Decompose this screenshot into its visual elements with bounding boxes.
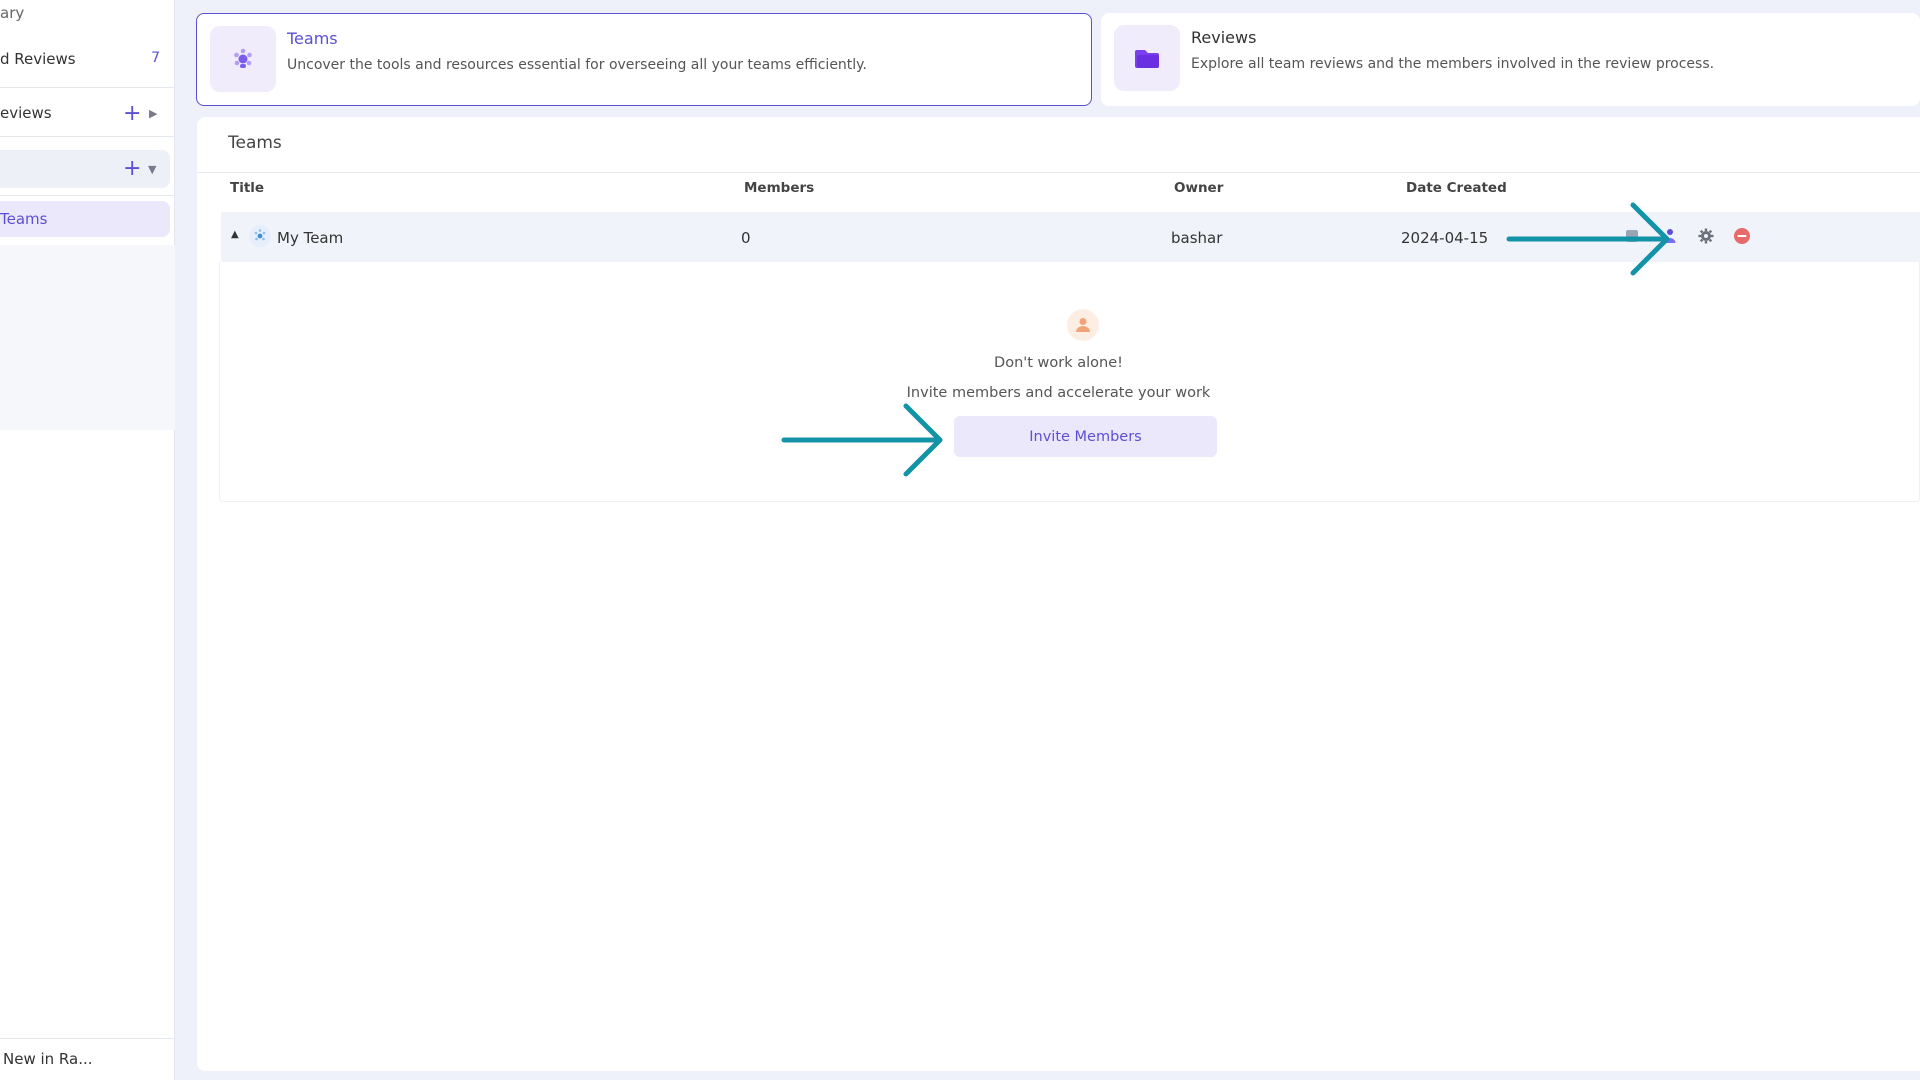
sidebar-divider xyxy=(0,1038,175,1039)
column-header-title[interactable]: Title xyxy=(230,180,264,196)
sidebar-item-label: eviews xyxy=(0,104,52,122)
sidebar-item-teams[interactable]: Teams xyxy=(0,201,170,237)
sidebar-whats-new[interactable]: New in Ra... xyxy=(3,1050,93,1068)
reviews-card[interactable]: Reviews Explore all team reviews and the… xyxy=(1101,13,1920,106)
panel-divider xyxy=(197,172,1920,173)
sidebar-item-count: 7 xyxy=(151,50,160,66)
sidebar: ary d Reviews 7 eviews + ▶ + ▼ Teams n ▶… xyxy=(0,0,175,1080)
sidebar-empty-area xyxy=(0,245,175,430)
add-review-icon[interactable]: + xyxy=(123,103,141,125)
row-title[interactable]: My Team xyxy=(277,229,343,247)
teams-card-icon-box xyxy=(210,26,276,92)
gear-icon[interactable] xyxy=(1695,225,1717,247)
sidebar-item-label: d Reviews xyxy=(0,50,76,68)
app-root: ary d Reviews 7 eviews + ▶ + ▼ Teams n ▶… xyxy=(0,0,1920,1080)
teams-card-title: Teams xyxy=(287,29,338,48)
sidebar-divider xyxy=(0,87,175,88)
add-team-icon[interactable]: + xyxy=(123,158,141,180)
sidebar-item-label: Teams xyxy=(0,210,48,228)
reviews-card-icon-box xyxy=(1114,25,1180,91)
reviews-card-description: Explore all team reviews and the members… xyxy=(1191,56,1715,72)
column-header-members[interactable]: Members xyxy=(744,180,814,196)
row-members: 0 xyxy=(741,229,751,247)
sidebar-divider xyxy=(0,195,175,196)
column-header-owner[interactable]: Owner xyxy=(1174,180,1223,196)
reviews-card-title: Reviews xyxy=(1191,28,1257,47)
sidebar-teams-group[interactable] xyxy=(0,150,170,188)
teams-card-description: Uncover the tools and resources essentia… xyxy=(287,57,867,73)
panel-title: Teams xyxy=(228,133,282,153)
folder-icon xyxy=(1135,50,1159,68)
user-icon xyxy=(1067,309,1099,341)
invite-members-button[interactable]: Invite Members xyxy=(954,416,1217,457)
collapse-caret-icon[interactable]: ▲ xyxy=(231,229,239,240)
empty-state xyxy=(219,262,1920,502)
delete-icon[interactable] xyxy=(1731,225,1753,247)
team-icon xyxy=(234,48,252,68)
empty-state-description: Invite members and accelerate your work xyxy=(906,385,1211,401)
chevron-right-icon[interactable]: ▶ xyxy=(149,107,157,120)
annotation-arrow-icon xyxy=(781,403,943,477)
empty-state-title: Don't work alone! xyxy=(994,355,1123,371)
row-owner: bashar xyxy=(1171,229,1223,247)
sidebar-partial-label-text: ary xyxy=(0,4,25,22)
chevron-down-icon[interactable]: ▼ xyxy=(148,163,156,176)
sidebar-divider xyxy=(0,136,175,137)
row-date-created: 2024-04-15 xyxy=(1401,229,1489,247)
team-icon xyxy=(249,225,271,247)
teams-card[interactable]: Teams Uncover the tools and resources es… xyxy=(196,13,1092,106)
column-header-date-created[interactable]: Date Created xyxy=(1406,180,1507,196)
annotation-arrow-icon xyxy=(1506,202,1670,276)
